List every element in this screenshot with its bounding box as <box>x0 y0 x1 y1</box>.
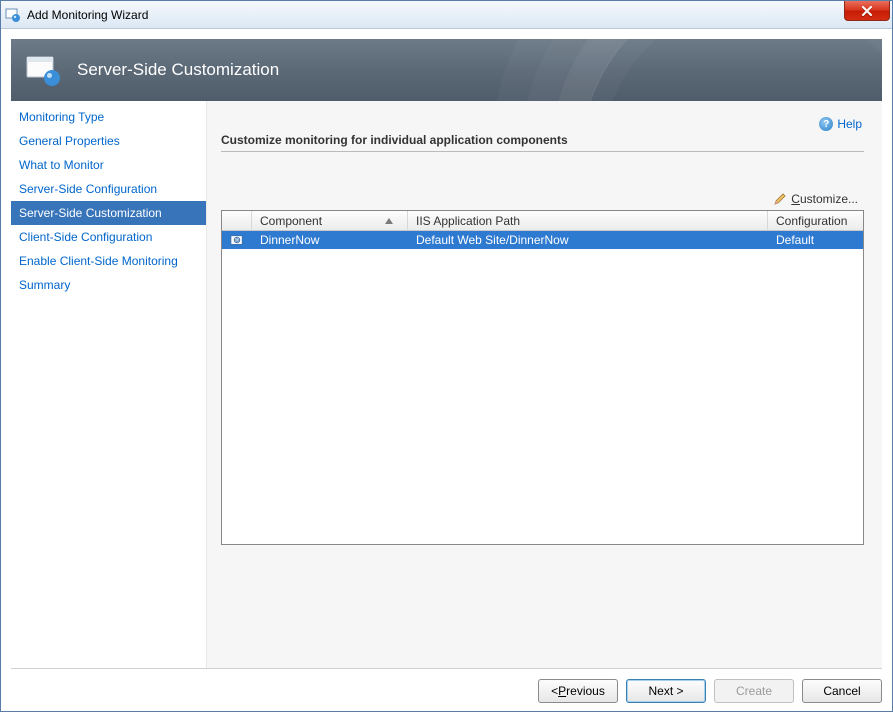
column-icon[interactable] <box>222 211 252 230</box>
main-panel: ? Help Customize monitoring for individu… <box>207 101 882 668</box>
section-heading: Customize monitoring for individual appl… <box>221 133 864 152</box>
step-general-properties[interactable]: General Properties <box>11 129 206 153</box>
close-button[interactable] <box>844 1 890 21</box>
titlebar: Add Monitoring Wizard <box>1 1 892 29</box>
help-icon: ? <box>819 117 833 131</box>
wizard-steps-sidebar: Monitoring Type General Properties What … <box>11 101 207 668</box>
previous-button[interactable]: < Previous <box>538 679 618 703</box>
step-server-side-customization[interactable]: Server-Side Customization <box>11 201 206 225</box>
banner-title: Server-Side Customization <box>77 60 279 80</box>
footer-separator <box>11 668 882 669</box>
app-icon <box>5 7 21 23</box>
step-monitoring-type[interactable]: Monitoring Type <box>11 105 206 129</box>
cell-component: DinnerNow <box>252 233 408 247</box>
row-icon <box>222 232 252 248</box>
banner-icon <box>25 54 63 86</box>
pencil-icon <box>773 192 787 206</box>
table-row[interactable]: DinnerNow Default Web Site/DinnerNow Def… <box>222 231 863 249</box>
step-enable-client-side-monitoring[interactable]: Enable Client-Side Monitoring <box>11 249 206 273</box>
window-body: Server-Side Customization Monitoring Typ… <box>1 29 892 711</box>
cell-iis-path: Default Web Site/DinnerNow <box>408 233 768 247</box>
cell-configuration: Default <box>768 233 863 247</box>
dialog-window: Add Monitoring Wizard Server-Side Custom… <box>0 0 893 712</box>
table-header: Component IIS Application Path Configura… <box>222 211 863 231</box>
column-component[interactable]: Component <box>252 211 408 230</box>
customize-label: Customize... <box>791 192 858 206</box>
step-client-side-configuration[interactable]: Client-Side Configuration <box>11 225 206 249</box>
column-iis-path[interactable]: IIS Application Path <box>408 211 768 230</box>
customize-button[interactable]: Customize... <box>767 190 864 208</box>
component-table: Component IIS Application Path Configura… <box>221 210 864 545</box>
help-label: Help <box>837 117 862 131</box>
close-icon <box>861 6 873 16</box>
column-configuration[interactable]: Configuration <box>768 211 863 230</box>
banner: Server-Side Customization <box>11 39 882 101</box>
sort-ascending-icon <box>385 218 393 224</box>
cancel-button[interactable]: Cancel <box>802 679 882 703</box>
button-row: < Previous Next > Create Cancel <box>11 679 882 703</box>
create-button: Create <box>714 679 794 703</box>
next-button[interactable]: Next > <box>626 679 706 703</box>
step-summary[interactable]: Summary <box>11 273 206 297</box>
step-what-to-monitor[interactable]: What to Monitor <box>11 153 206 177</box>
content-area: Monitoring Type General Properties What … <box>11 101 882 668</box>
step-server-side-configuration[interactable]: Server-Side Configuration <box>11 177 206 201</box>
help-link[interactable]: ? Help <box>819 117 862 131</box>
window-title: Add Monitoring Wizard <box>27 8 148 22</box>
